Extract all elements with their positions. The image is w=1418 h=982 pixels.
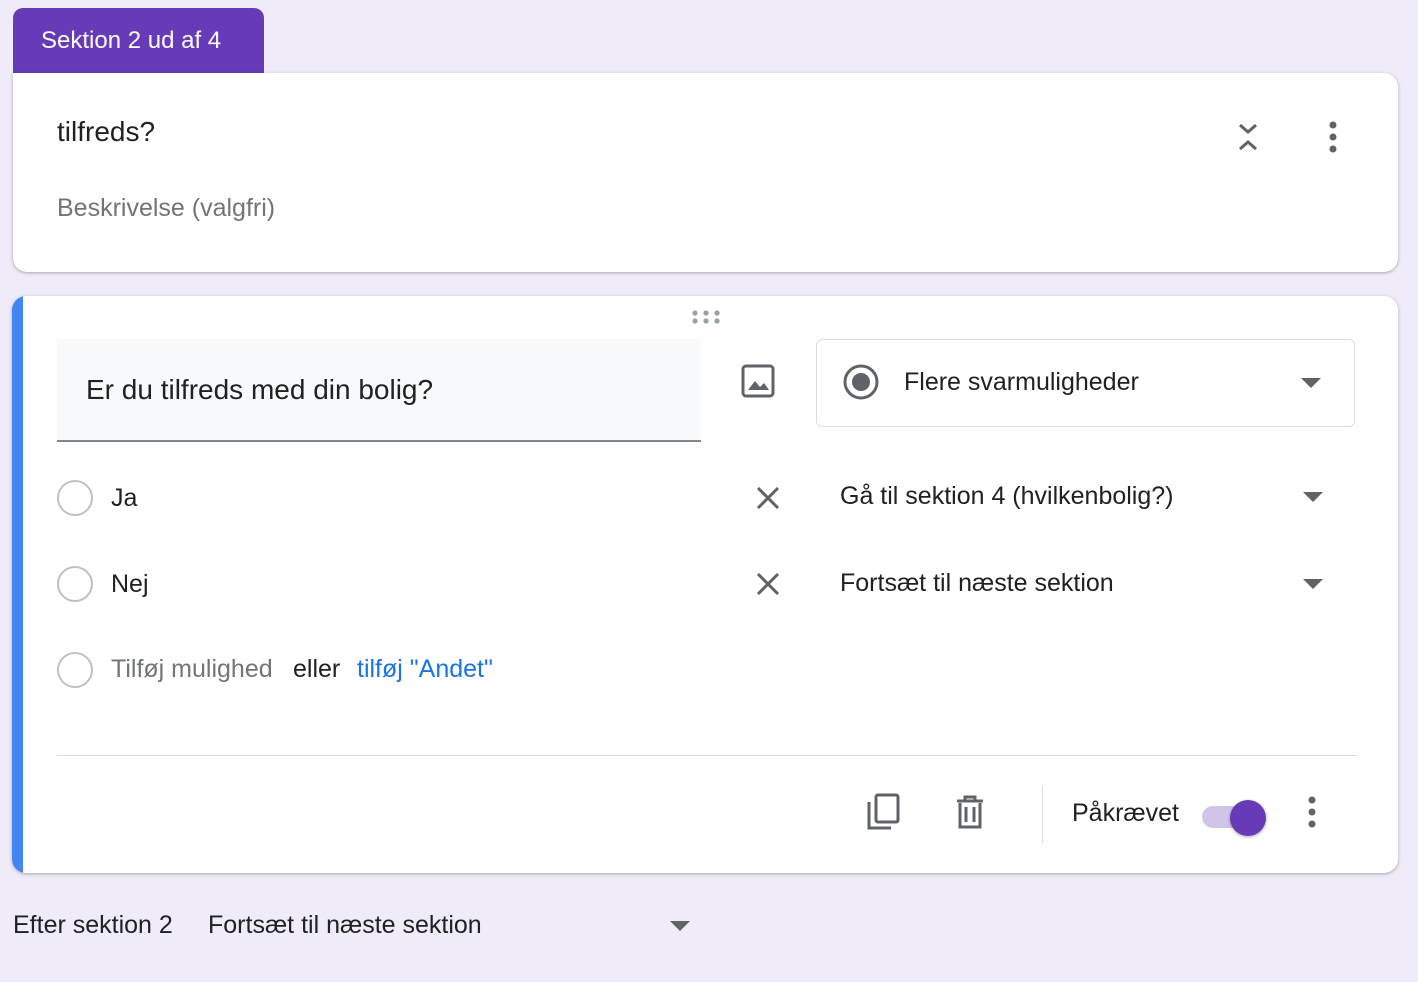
section-tab: Sektion 2 ud af 4 xyxy=(13,8,264,73)
option-radio xyxy=(57,480,93,516)
option-radio xyxy=(57,652,93,688)
close-icon[interactable] xyxy=(748,564,788,604)
close-icon[interactable] xyxy=(748,478,788,518)
trash-icon[interactable] xyxy=(948,790,992,834)
question-card[interactable]: Er du tilfreds med din bolig? Flere svar… xyxy=(12,296,1398,873)
or-label: eller xyxy=(293,655,341,683)
divider xyxy=(57,755,1357,756)
after-section-label: Efter sektion 2 xyxy=(13,911,173,939)
radio-checked-icon xyxy=(841,362,881,402)
vertical-divider xyxy=(1042,786,1043,843)
drag-handle-icon[interactable] xyxy=(687,304,727,330)
option-radio xyxy=(57,566,93,602)
focus-indicator-bar xyxy=(12,296,23,873)
dropdown-arrow-icon xyxy=(1296,370,1326,396)
section-description-field[interactable]: Beskrivelse (valgfri) xyxy=(57,194,275,223)
question-type-dropdown[interactable]: Flere svarmuligheder xyxy=(816,339,1355,427)
section-header-card: tilfreds? Beskrivelse (valgfri) xyxy=(13,73,1398,272)
image-icon[interactable] xyxy=(737,360,779,402)
copy-icon[interactable] xyxy=(861,790,905,834)
add-option-field[interactable]: Tilføj mulighed xyxy=(111,655,273,684)
dropdown-arrow-icon[interactable] xyxy=(1298,484,1328,510)
option-goto-label[interactable]: Fortsæt til næste sektion xyxy=(840,569,1114,598)
add-other-link[interactable]: tilføj "Andet" xyxy=(357,655,493,684)
question-title-input[interactable]: Er du tilfreds med din bolig? xyxy=(57,339,701,442)
option-label[interactable]: Ja xyxy=(111,484,137,513)
required-label: Påkrævet xyxy=(1072,799,1179,827)
collapse-icon[interactable] xyxy=(1228,117,1268,157)
toggle-thumb xyxy=(1230,800,1266,836)
required-toggle[interactable] xyxy=(1200,799,1270,836)
section-title[interactable]: tilfreds? xyxy=(57,116,155,148)
option-goto-label[interactable]: Gå til sektion 4 (hvilkenbolig?) xyxy=(840,482,1174,511)
option-label[interactable]: Nej xyxy=(111,570,149,599)
more-vert-icon[interactable] xyxy=(1292,792,1332,832)
dropdown-arrow-icon[interactable] xyxy=(1298,571,1328,597)
more-vert-icon[interactable] xyxy=(1313,117,1353,157)
question-type-label: Flere svarmuligheder xyxy=(904,368,1139,396)
after-section-dropdown[interactable]: Fortsæt til næste sektion xyxy=(208,911,482,940)
dropdown-arrow-icon[interactable] xyxy=(665,913,695,939)
